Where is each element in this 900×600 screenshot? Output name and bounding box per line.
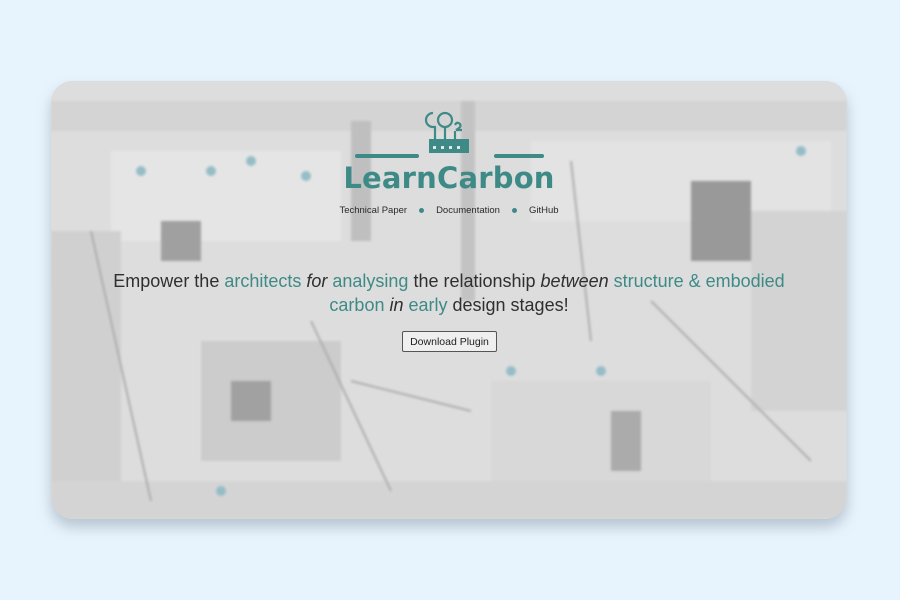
nav-separator-dot: [419, 208, 425, 213]
headline-italic-text: for: [306, 271, 333, 291]
brand-name: LearnCarbon: [343, 161, 555, 195]
nav-documentation[interactable]: Documentation: [436, 205, 500, 216]
hero-content: LearnCarbon Technical Paper Documentatio…: [51, 81, 847, 519]
download-plugin-button[interactable]: Download Plugin: [402, 331, 497, 352]
hero-headline: Empower the architects for analysing the…: [91, 269, 807, 317]
headline-accent-text: analysing: [332, 271, 414, 291]
nav-technical-paper[interactable]: Technical Paper: [339, 205, 407, 216]
logo-line-left: [355, 154, 419, 158]
headline-italic-text: between: [540, 271, 614, 291]
headline-accent-text: architects: [224, 271, 307, 291]
headline-text: design stages!: [452, 295, 569, 315]
headline-accent-text: early: [408, 295, 453, 315]
co2-factory-icon: [424, 111, 469, 153]
headline-italic-text: in: [389, 295, 409, 315]
nav-github[interactable]: GitHub: [529, 205, 559, 216]
top-nav: Technical Paper Documentation GitHub: [51, 205, 847, 216]
headline-text: the relationship: [413, 271, 541, 291]
nav-separator-dot: [511, 208, 517, 213]
headline-text: Empower the: [113, 271, 225, 291]
logo-line-right: [494, 154, 544, 158]
hero-card: LearnCarbon Technical Paper Documentatio…: [51, 81, 847, 519]
